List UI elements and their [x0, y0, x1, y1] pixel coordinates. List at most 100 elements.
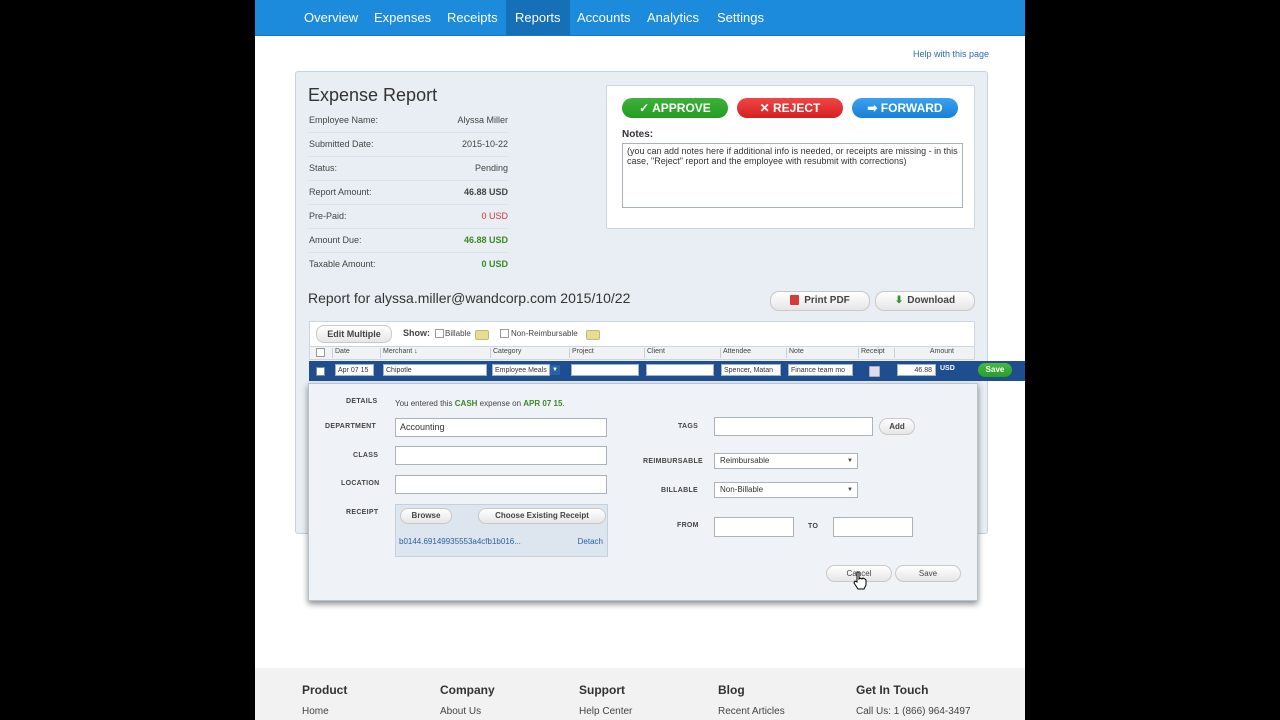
class-label: CLASS: [353, 452, 379, 459]
category-select[interactable]: Employee Meals: [492, 364, 550, 376]
summary-row-taxable: Taxable Amount: 0 USD: [308, 252, 508, 276]
receipt-area: Browse Choose Existing Receipt b0144.691…: [395, 504, 608, 557]
status-label: Status:: [309, 163, 338, 173]
forward-button[interactable]: ➡ FORWARD: [852, 98, 958, 118]
summary-row-prepaid: Pre-Paid: 0 USD: [308, 204, 508, 229]
details-text: You entered this CASH expense on APR 07 …: [395, 399, 565, 408]
page-title: Expense Report: [308, 85, 438, 105]
status-value: Pending: [474, 163, 508, 173]
amount-input[interactable]: 46.88: [897, 364, 936, 376]
billable-swatch: [475, 330, 489, 340]
receipt-icon[interactable]: [869, 366, 880, 377]
class-input[interactable]: [395, 446, 607, 465]
expense-date: APR 07 15: [523, 399, 563, 408]
detach-link[interactable]: Detach: [578, 537, 603, 546]
billable-filter-label: Billable: [445, 329, 471, 338]
nav-accounts[interactable]: Accounts: [568, 0, 639, 35]
department-input[interactable]: Accounting: [395, 418, 607, 437]
download-label: Download: [907, 295, 956, 306]
footer-link-help-center[interactable]: Help Center: [579, 706, 632, 717]
approval-box: ✓ APPROVE ✕ REJECT ➡ FORWARD Notes: (you…: [606, 85, 975, 229]
note-input[interactable]: Finance team mo: [788, 364, 853, 376]
summary-row-report-amount: Report Amount: 46.88 USD: [308, 180, 508, 205]
reject-button[interactable]: ✕ REJECT: [737, 98, 843, 118]
footer-col-blog: Blog Recent Articles: [718, 683, 785, 717]
amount-due-value: 46.88 USD: [463, 235, 508, 245]
col-project[interactable]: Project: [569, 348, 640, 358]
attendee-input[interactable]: Spencer, Matan: [721, 364, 781, 376]
col-client[interactable]: Client: [644, 348, 719, 358]
row-save-button[interactable]: Save: [978, 363, 1012, 377]
download-button[interactable]: ⬇ Download: [875, 291, 975, 311]
tags-label: TAGS: [678, 423, 699, 430]
tags-input[interactable]: [714, 417, 873, 436]
billable-label: BILLABLE: [661, 487, 699, 494]
billable-value: Non-Billable: [720, 485, 764, 494]
non-reimbursable-checkbox[interactable]: [500, 329, 509, 338]
footer-col-product: Product Home: [302, 683, 347, 717]
chevron-down-icon[interactable]: ▼: [550, 365, 560, 375]
approve-label: APPROVE: [652, 101, 711, 115]
summary-row-status: Status: Pending: [308, 156, 508, 181]
add-tag-button[interactable]: Add: [879, 418, 915, 435]
col-attendee[interactable]: Attendee: [720, 348, 778, 358]
save-button[interactable]: Save: [895, 565, 961, 582]
col-category[interactable]: Category: [490, 348, 563, 358]
col-date[interactable]: Date: [332, 348, 375, 358]
non-reimbursable-filter-label: Non-Reimbursable: [511, 329, 578, 338]
help-link[interactable]: Help with this page: [913, 49, 989, 59]
footer-link-about-us[interactable]: About Us: [440, 706, 495, 717]
chevron-down-icon: ▼: [847, 487, 853, 493]
nav-settings[interactable]: Settings: [708, 0, 773, 35]
select-all-checkbox[interactable]: [316, 348, 325, 357]
from-input[interactable]: [714, 517, 794, 537]
print-pdf-button[interactable]: Print PDF: [770, 291, 870, 311]
table-toolbar: Edit Multiple Show: Billable Non-Reimbur…: [309, 321, 975, 347]
nav-reports[interactable]: Reports: [506, 0, 570, 35]
nav-receipts[interactable]: Receipts: [438, 0, 507, 35]
footer-link-home[interactable]: Home: [302, 706, 347, 717]
billable-select[interactable]: Non-Billable ▼: [714, 482, 858, 498]
summary-row-employee: Employee Name: Alyssa Miller: [308, 108, 508, 133]
choose-existing-receipt-button[interactable]: Choose Existing Receipt: [478, 508, 606, 524]
report-amount-label: Report Amount:: [309, 187, 372, 197]
col-amount[interactable]: Amount: [894, 348, 970, 358]
table-header: Date Merchant ↓ Category Project Client …: [309, 346, 975, 360]
from-label: FROM: [677, 522, 699, 529]
receipt-file-link[interactable]: b0144.69149935553a4cfb1b016...: [399, 537, 521, 546]
to-input[interactable]: [833, 517, 913, 537]
location-input[interactable]: [395, 475, 607, 494]
footer-link-recent-articles[interactable]: Recent Articles: [718, 706, 785, 717]
row-checkbox[interactable]: [316, 367, 325, 376]
nav-overview[interactable]: Overview: [295, 0, 367, 35]
nav-expenses[interactable]: Expenses: [365, 0, 440, 35]
nav-analytics[interactable]: Analytics: [638, 0, 708, 35]
footer-heading-product: Product: [302, 683, 348, 697]
project-input[interactable]: [571, 364, 639, 376]
page: Overview Expenses Receipts Reports Accou…: [255, 0, 1025, 720]
merchant-input[interactable]: Chipotle: [383, 364, 487, 376]
col-receipt[interactable]: Receipt: [858, 348, 891, 358]
footer-link-phone[interactable]: Call Us: 1 (866) 964-3497: [856, 706, 971, 717]
footer-col-company: Company About Us: [440, 683, 495, 717]
employee-name-value: Alyssa Miller: [457, 115, 508, 125]
location-label: LOCATION: [341, 480, 380, 487]
date-input[interactable]: Apr 07 15: [335, 364, 374, 376]
taxable-amount-value: 0 USD: [481, 259, 508, 269]
edit-multiple-button[interactable]: Edit Multiple: [316, 325, 392, 343]
print-pdf-label: Print PDF: [804, 295, 850, 306]
details-prefix: You entered this: [395, 399, 453, 408]
col-note[interactable]: Note: [786, 348, 853, 358]
approve-button[interactable]: ✓ APPROVE: [622, 98, 728, 118]
pdf-icon: [790, 295, 800, 306]
col-merchant[interactable]: Merchant ↓: [380, 348, 483, 358]
browse-button[interactable]: Browse: [400, 508, 452, 524]
notes-textarea[interactable]: (you can add notes here if additional in…: [622, 143, 963, 208]
submitted-date-value: 2015-10-22: [461, 139, 508, 149]
summary-row-submitted: Submitted Date: 2015-10-22: [308, 132, 508, 157]
chevron-down-icon: ▼: [847, 458, 853, 464]
billable-checkbox[interactable]: [435, 329, 444, 338]
client-input[interactable]: [646, 364, 714, 376]
reimbursable-select[interactable]: Reimbursable ▼: [714, 453, 858, 469]
prepaid-value: 0 USD: [481, 211, 508, 221]
